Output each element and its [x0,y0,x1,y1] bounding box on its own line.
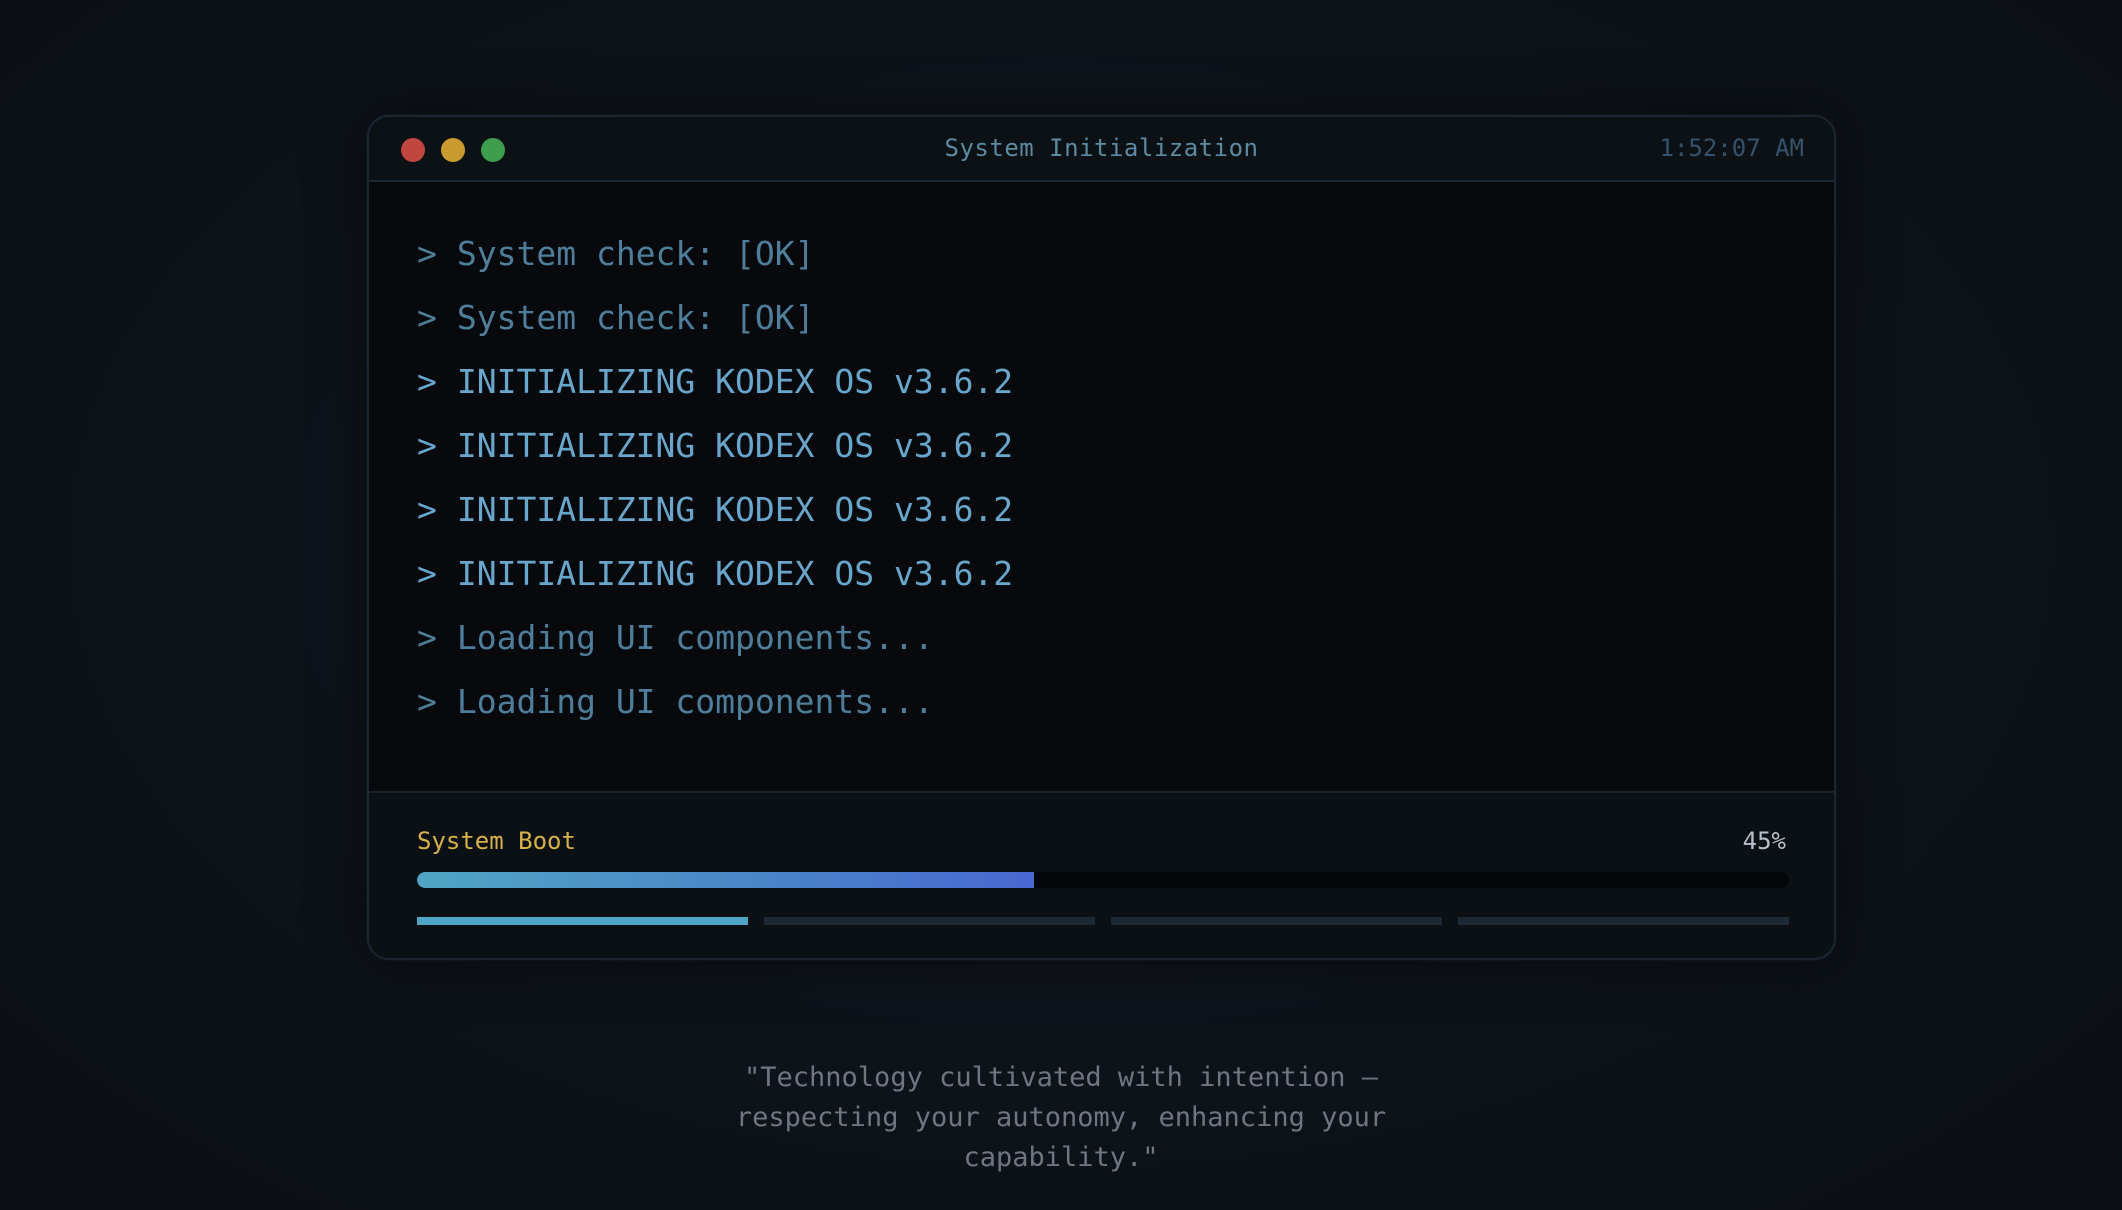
window-title: System Initialization [944,134,1259,162]
progress-track [417,872,1789,888]
console-line-text: Loading UI components... [456,618,934,657]
boot-progress-panel: System Boot 45% [369,791,1834,958]
boot-percent: 45% [1742,827,1786,855]
console-line: > INITIALIZING KODEX OS v3.6.2 [417,350,1834,414]
console-line: > INITIALIZING KODEX OS v3.6.2 [417,478,1834,542]
progress-fill [417,872,1035,888]
boot-window: System Initialization 1:52:07 AM > System… [367,115,1836,960]
console-log: > System check: [OK] > System check: [OK] … [369,182,1834,791]
prompt-symbol: > [417,554,437,593]
console-line: > INITIALIZING KODEX OS v3.6.2 [417,542,1834,606]
console-line-text: System check: [OK] [456,298,815,337]
stage-segment [764,917,1095,925]
stage-segment [1111,917,1442,925]
console-line-text: INITIALIZING KODEX OS v3.6.2 [456,490,1014,529]
console-line: > System check: [OK] [417,222,1834,286]
boot-label: System Boot [417,827,576,855]
console-line: > System check: [OK] [417,286,1834,350]
console-line-text: Loading UI components... [456,682,934,721]
console-line-text: INITIALIZING KODEX OS v3.6.2 [456,426,1014,465]
console-line-text: INITIALIZING KODEX OS v3.6.2 [456,362,1014,401]
console-line: > INITIALIZING KODEX OS v3.6.2 [417,414,1834,478]
prompt-symbol: > [417,490,437,529]
prompt-symbol: > [417,298,437,337]
prompt-symbol: > [417,618,437,657]
prompt-symbol: > [417,234,437,273]
prompt-symbol: > [417,426,437,465]
console-line-text: INITIALIZING KODEX OS v3.6.2 [456,554,1014,593]
stage-segment [417,917,748,925]
clock: 1:52:07 AM [1659,134,1805,162]
tagline-quote: "Technology cultivated with intention — … [735,1062,1387,1173]
stage-indicator [417,917,1789,925]
prompt-symbol: > [417,362,437,401]
console-line-text: System check: [OK] [456,234,815,273]
console-line: > Loading UI components... [417,670,1834,734]
title-bar: System Initialization 1:52:07 AM [369,117,1834,182]
stage-segment [1458,917,1789,925]
prompt-symbol: > [417,682,437,721]
console-line: > Loading UI components... [417,606,1834,670]
